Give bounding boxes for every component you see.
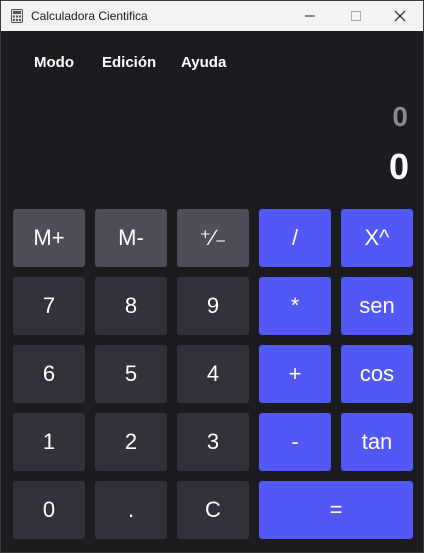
- menu-edicion[interactable]: Edición: [102, 54, 156, 71]
- digit-5-button[interactable]: 5: [95, 345, 167, 403]
- maximize-icon: [351, 11, 361, 21]
- divide-button[interactable]: /: [259, 209, 331, 267]
- digit-8-button[interactable]: 8: [95, 277, 167, 335]
- close-icon: [394, 10, 406, 22]
- digit-6-button[interactable]: 6: [13, 345, 85, 403]
- minimize-icon: [305, 15, 315, 17]
- multiply-button[interactable]: *: [259, 277, 331, 335]
- equals-button[interactable]: =: [259, 481, 413, 539]
- power-button[interactable]: X^: [341, 209, 413, 267]
- digit-7-button[interactable]: 7: [13, 277, 85, 335]
- plus-minus-button[interactable]: ⁺∕₋: [177, 209, 249, 267]
- menu-ayuda[interactable]: Ayuda: [181, 54, 226, 71]
- memory-subtract-button[interactable]: M-: [95, 209, 167, 267]
- calculator-app-icon: [11, 9, 23, 23]
- maximize-button[interactable]: [333, 1, 379, 31]
- title-bar[interactable]: Calculadora Cientifica: [1, 1, 423, 31]
- close-button[interactable]: [377, 1, 423, 31]
- digit-4-button[interactable]: 4: [177, 345, 249, 403]
- previous-value-display: 0: [392, 101, 408, 132]
- subtract-button[interactable]: -: [259, 413, 331, 471]
- sine-button[interactable]: sen: [341, 277, 413, 335]
- window-title: Calculadora Cientifica: [31, 9, 148, 23]
- decimal-point-button[interactable]: .: [95, 481, 167, 539]
- memory-add-button[interactable]: M+: [13, 209, 85, 267]
- clear-button[interactable]: C: [177, 481, 249, 539]
- digit-9-button[interactable]: 9: [177, 277, 249, 335]
- digit-2-button[interactable]: 2: [95, 413, 167, 471]
- calculator-window: Calculadora Cientifica Modo Edición Ayud…: [0, 0, 424, 553]
- tangent-button[interactable]: tan: [341, 413, 413, 471]
- add-button[interactable]: +: [259, 345, 331, 403]
- digit-0-button[interactable]: 0: [13, 481, 85, 539]
- digit-1-button[interactable]: 1: [13, 413, 85, 471]
- menu-modo[interactable]: Modo: [34, 54, 74, 71]
- cosine-button[interactable]: cos: [341, 345, 413, 403]
- minimize-button[interactable]: [287, 1, 333, 31]
- digit-3-button[interactable]: 3: [177, 413, 249, 471]
- current-value-display: 0: [388, 146, 409, 187]
